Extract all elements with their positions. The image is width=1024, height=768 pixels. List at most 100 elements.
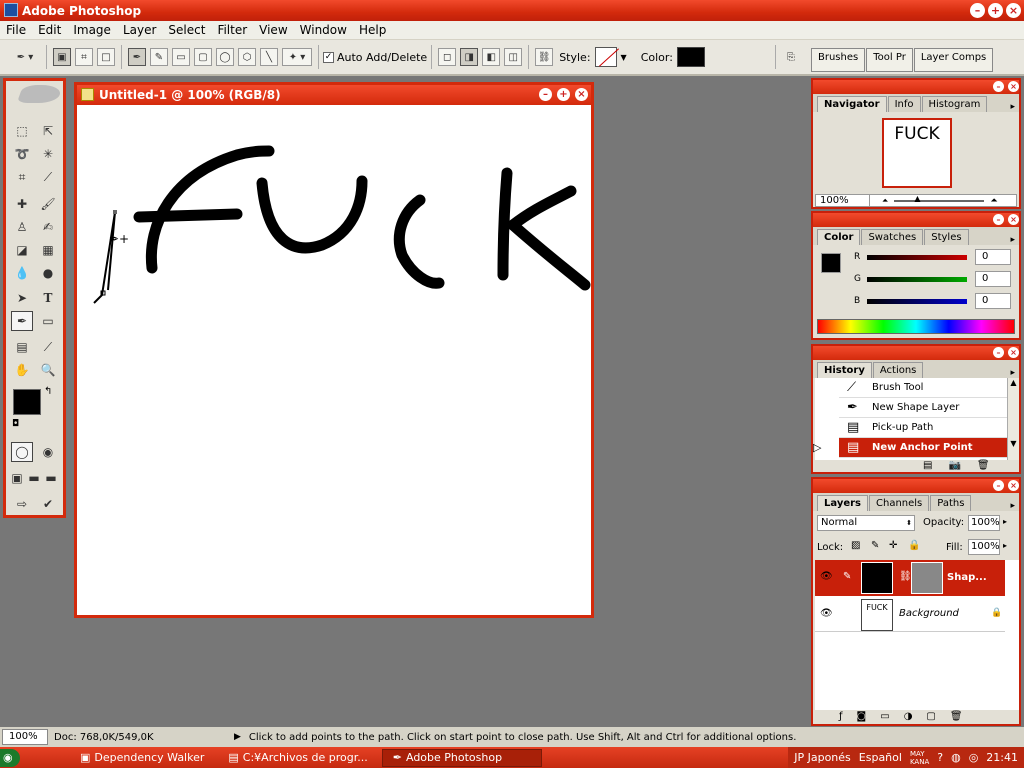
document-title-bar[interactable]: Untitled-1 @ 100% (RGB/8) – + × — [77, 85, 591, 105]
panel-menu-icon[interactable]: ▸ — [1010, 235, 1015, 245]
combine-icon[interactable]: ◻ — [438, 48, 457, 66]
screen-mode-full-icon[interactable]: ▬ — [43, 468, 59, 488]
tab-layers[interactable]: Layers — [817, 495, 868, 511]
shape-color-swatch[interactable] — [676, 47, 705, 67]
status-menu-arrow-icon[interactable]: ▶ — [234, 732, 241, 742]
lock-image-icon[interactable]: ✎ — [871, 540, 879, 551]
crop-tool-icon[interactable]: ⌗ — [11, 167, 33, 187]
language-indicator[interactable]: Español — [859, 751, 902, 764]
fill-dropdown-icon[interactable]: ▸ — [1003, 541, 1007, 550]
palette-well-icon[interactable]: ⎘ — [782, 48, 800, 66]
layer-row-background[interactable]: 👁 FUCK Background 🔒 — [815, 598, 1005, 632]
close-icon[interactable]: × — [1006, 3, 1021, 18]
tray-volume-icon[interactable]: ◎ — [969, 751, 979, 764]
panel-menu-icon[interactable]: ▸ — [1010, 102, 1015, 112]
tab-navigator[interactable]: Navigator — [817, 96, 887, 112]
screen-mode-standard-icon[interactable]: ▣ — [9, 468, 25, 488]
jump-to-imageready-icon[interactable]: ⇨ — [11, 494, 33, 514]
panel-minimize-icon[interactable]: – — [993, 480, 1004, 491]
eye-icon[interactable]: 👁 — [820, 571, 833, 582]
tab-histogram[interactable]: Histogram — [921, 96, 988, 112]
eye-icon[interactable]: 👁 — [820, 608, 833, 619]
ime-indicator[interactable]: JP Japonés — [794, 751, 851, 764]
history-item[interactable]: ✒ New Shape Layer — [839, 398, 1009, 418]
layer-mask-icon[interactable]: ◙ — [857, 711, 867, 722]
intersect-icon[interactable]: ◧ — [482, 48, 501, 66]
eyedropper-icon[interactable]: ⟋ — [37, 337, 59, 357]
canvas[interactable]: ✒+ — [77, 105, 591, 615]
dodge-tool-icon[interactable]: ● — [37, 263, 59, 283]
pen-tool-icon[interactable]: ✒ — [11, 311, 33, 331]
navigator-thumbnail[interactable]: FUCK — [882, 118, 952, 188]
panel-header[interactable]: – × — [813, 80, 1019, 94]
menu-filter[interactable]: Filter — [211, 23, 253, 37]
new-group-icon[interactable]: ▭ — [880, 711, 889, 722]
quick-mask-icon[interactable]: ◉ — [37, 442, 59, 462]
opacity-dropdown-icon[interactable]: ▸ — [1003, 517, 1007, 526]
blend-mode-select[interactable]: Normal ⬍ — [817, 515, 915, 531]
tab-channels[interactable]: Channels — [869, 495, 930, 511]
ellipse-tool-icon[interactable]: ◯ — [216, 48, 234, 66]
history-item[interactable]: ⟋ Brush Tool — [839, 378, 1009, 398]
swap-colors-icon[interactable]: ↰ — [44, 386, 52, 397]
snapshot-icon[interactable]: 📷 — [948, 460, 960, 471]
layer-row-shape[interactable]: 👁 ✎ ⛓ Shap... — [815, 560, 1005, 596]
zoom-out-icon[interactable]: ⏶ — [882, 196, 888, 206]
eraser-tool-icon[interactable]: ◪ — [11, 240, 33, 260]
menu-view[interactable]: View — [253, 23, 293, 37]
tab-color[interactable]: Color — [817, 229, 861, 245]
panel-close-icon[interactable]: × — [1008, 347, 1019, 358]
b-slider[interactable] — [867, 299, 967, 304]
shape-tool-icon[interactable]: ▭ — [37, 311, 59, 331]
clone-stamp-icon[interactable]: ♙ — [11, 217, 33, 237]
r-slider[interactable] — [867, 255, 967, 260]
new-document-icon[interactable]: ▤ — [923, 460, 932, 471]
panel-minimize-icon[interactable]: – — [993, 214, 1004, 225]
link-style-icon[interactable]: ⛓ — [535, 48, 554, 66]
panel-header[interactable]: – × — [813, 213, 1019, 227]
well-tab-brushes[interactable]: Brushes — [811, 48, 866, 72]
slice-tool-icon[interactable]: ⟋ — [37, 167, 59, 187]
screen-mode-full-menu-icon[interactable]: ▬ — [26, 468, 42, 488]
tab-info[interactable]: Info — [887, 96, 921, 112]
default-colors-icon[interactable]: ◘ — [12, 419, 19, 429]
status-zoom-input[interactable]: 100% — [2, 729, 48, 745]
minimize-icon[interactable]: – — [970, 3, 985, 18]
adjustment-layer-icon[interactable]: ◑ — [904, 711, 913, 722]
menu-image[interactable]: Image — [67, 23, 117, 37]
doc-close-icon[interactable]: × — [575, 88, 588, 101]
zoom-slider[interactable]: ▲ — [894, 194, 985, 203]
history-item[interactable]: ▤ Pick-up Path — [839, 418, 1009, 438]
polygon-tool-icon[interactable]: ⬡ — [238, 48, 256, 66]
hand-tool-icon[interactable]: ✋ — [11, 360, 33, 380]
paths-icon[interactable]: ⌗ — [75, 48, 93, 66]
brush-link-icon[interactable]: ✎ — [843, 571, 851, 582]
lock-position-icon[interactable]: ✛ — [889, 540, 897, 551]
standard-mode-icon[interactable]: ◯ — [11, 442, 33, 462]
zoom-tool-icon[interactable]: 🔍 — [37, 360, 59, 380]
tab-swatches[interactable]: Swatches — [861, 229, 924, 245]
g-slider[interactable] — [867, 277, 967, 282]
well-tab-tool-presets[interactable]: Tool Pr — [866, 48, 913, 72]
delete-layer-icon[interactable]: 🗑 — [950, 711, 963, 722]
menu-select[interactable]: Select — [162, 23, 211, 37]
maximize-icon[interactable]: + — [988, 3, 1003, 18]
opacity-input[interactable]: 100% — [968, 515, 1000, 531]
panel-close-icon[interactable]: × — [1008, 214, 1019, 225]
shape-layers-icon[interactable]: ▣ — [53, 48, 71, 66]
freeform-pen-icon[interactable]: ✎ — [150, 48, 168, 66]
color-ramp[interactable] — [817, 319, 1015, 334]
history-brush-icon[interactable]: ✍ — [37, 217, 59, 237]
subtract-icon[interactable]: ◨ — [460, 48, 479, 66]
panel-minimize-icon[interactable]: – — [993, 347, 1004, 358]
scroll-down-icon[interactable]: ▼ — [1008, 439, 1019, 448]
path-selection-icon[interactable]: ➤ — [11, 288, 33, 308]
task-explorer[interactable]: ▤ C:¥Archivos de progr... — [218, 749, 377, 767]
lock-transparency-icon[interactable]: ▨ — [851, 540, 860, 551]
menu-file[interactable]: File — [0, 23, 32, 37]
menu-edit[interactable]: Edit — [32, 23, 67, 37]
color-foreground-swatch[interactable] — [821, 253, 841, 273]
menu-layer[interactable]: Layer — [117, 23, 162, 37]
panel-header[interactable]: – × — [813, 346, 1019, 360]
imageready-icon[interactable]: ✔ — [37, 494, 59, 514]
